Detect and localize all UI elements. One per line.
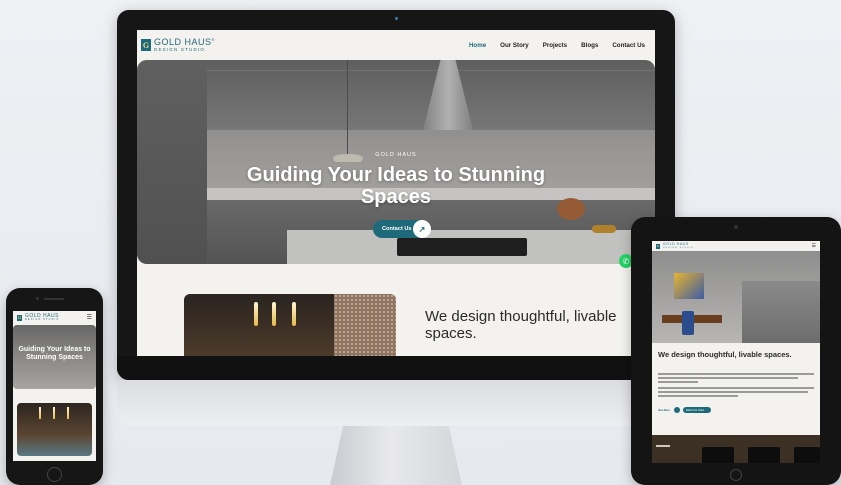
tablet-navbar: G GOLD HAUS DESIGN STUDIO ☰: [652, 241, 820, 251]
tablet-hero-image: [652, 251, 820, 343]
desktop-monitor: G GOLD HAUS® DESIGN STUDIO Home Our Stor…: [117, 10, 675, 380]
phone-logo[interactable]: G GOLD HAUS DESIGN STUDIO: [17, 313, 59, 321]
phone-screen: G GOLD HAUS DESIGN STUDIO ☰ Guiding Your…: [13, 311, 96, 461]
monitor-camera: [395, 17, 398, 20]
desktop-navbar: G GOLD HAUS® DESIGN STUDIO Home Our Stor…: [137, 30, 655, 60]
phone-hero-banner: Guiding Your Ideas to Stunning Spaces: [13, 325, 96, 389]
logo-mark-icon: G: [141, 39, 151, 51]
tablet-logo[interactable]: G GOLD HAUS DESIGN STUDIO: [656, 243, 694, 249]
desktop-screen: G GOLD HAUS® DESIGN STUDIO Home Our Stor…: [137, 30, 655, 356]
tablet-device: G GOLD HAUS DESIGN STUDIO ☰ We design th…: [631, 217, 841, 485]
logo-name: GOLD HAUS®: [154, 36, 215, 47]
hero-eyebrow: GOLD HAUS: [375, 152, 417, 158]
contact-us-button[interactable]: Contact Us ↗: [373, 220, 431, 238]
about-image: [184, 294, 396, 356]
monitor-stand: [330, 426, 462, 485]
about-title: We design thoughtful, livable spaces.: [425, 308, 617, 342]
nav-our-story[interactable]: Our Story: [500, 42, 529, 49]
logo-tagline: DESIGN STUDIO: [154, 46, 206, 52]
desktop-menu: Home Our Story Projects Blogs Contact Us: [469, 42, 645, 49]
phone-device: G GOLD HAUS DESIGN STUDIO ☰ Guiding Your…: [6, 288, 103, 485]
hamburger-icon[interactable]: ☰: [812, 243, 816, 249]
logo-mark-icon: G: [17, 314, 22, 321]
arrow-icon: [674, 407, 680, 413]
nav-contact-us[interactable]: Contact Us: [612, 42, 645, 49]
phone-hero-title: Guiding Your Ideas to Stunning Spaces: [18, 346, 91, 361]
phone-about-image: [17, 403, 92, 456]
tablet-screen: G GOLD HAUS DESIGN STUDIO ☰ We design th…: [652, 241, 820, 463]
desktop-logo[interactable]: G GOLD HAUS® DESIGN STUDIO: [141, 36, 215, 53]
monitor-neck: [117, 380, 675, 426]
nav-blogs[interactable]: Blogs: [581, 42, 598, 49]
nav-home[interactable]: Home: [469, 42, 486, 49]
arrow-up-right-icon: ↗: [413, 220, 431, 238]
phone-home-button: [47, 467, 62, 482]
watch-video-button[interactable]: Watch Our Video: [683, 407, 711, 413]
tablet-about-title: We design thoughtful, livable spaces.: [658, 350, 792, 359]
tablet-projects-section: [652, 435, 820, 463]
phone-navbar: G GOLD HAUS DESIGN STUDIO ☰: [13, 311, 96, 324]
nav-projects[interactable]: Projects: [543, 42, 567, 49]
view-more-button[interactable]: View More: [658, 407, 674, 413]
logo-mark-icon: G: [656, 243, 660, 249]
tablet-home-button: [730, 469, 742, 481]
hero-banner: GOLD HAUS Guiding Your Ideas to Stunning…: [137, 60, 655, 264]
hamburger-icon[interactable]: ☰: [87, 314, 92, 321]
hero-title: Guiding Your Ideas to Stunning Spaces: [246, 164, 546, 208]
